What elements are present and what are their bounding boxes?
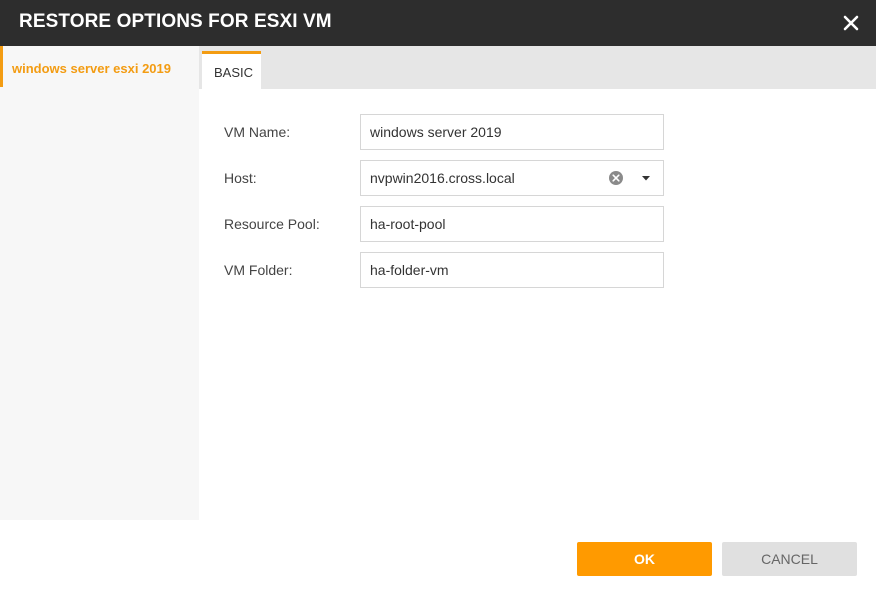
resource-pool-input[interactable]: ha-root-pool: [360, 206, 664, 242]
tab-basic-label: BASIC: [214, 65, 254, 80]
ok-button[interactable]: OK: [577, 542, 712, 576]
vm-name-label: VM Name:: [224, 124, 291, 140]
vm-name-value: windows server 2019: [370, 124, 502, 140]
chevron-down-icon[interactable]: [641, 174, 651, 182]
resource-pool-value: ha-root-pool: [370, 216, 446, 232]
vm-name-input[interactable]: windows server 2019: [360, 114, 664, 150]
tab-bar: BASIC: [199, 46, 876, 89]
sidebar-item-label: windows server esxi 2019: [12, 61, 171, 76]
host-select[interactable]: nvpwin2016.cross.local: [360, 160, 664, 196]
vm-folder-value: ha-folder-vm: [370, 262, 449, 278]
dialog-title: RESTORE OPTIONS FOR ESXI VM: [19, 11, 332, 32]
cancel-button[interactable]: CANCEL: [722, 542, 857, 576]
sidebar-item-vm[interactable]: windows server esxi 2019: [0, 46, 199, 87]
vm-folder-label: VM Folder:: [224, 262, 293, 278]
tab-basic[interactable]: BASIC: [202, 51, 261, 89]
host-label: Host:: [224, 170, 257, 186]
dialog-titlebar: RESTORE OPTIONS FOR ESXI VM: [0, 0, 876, 46]
clear-icon[interactable]: [608, 170, 624, 186]
host-value: nvpwin2016.cross.local: [370, 170, 515, 186]
vm-folder-input[interactable]: ha-folder-vm: [360, 252, 664, 288]
resource-pool-label: Resource Pool:: [224, 216, 320, 232]
close-icon[interactable]: [840, 12, 862, 34]
sidebar: windows server esxi 2019: [0, 46, 199, 520]
